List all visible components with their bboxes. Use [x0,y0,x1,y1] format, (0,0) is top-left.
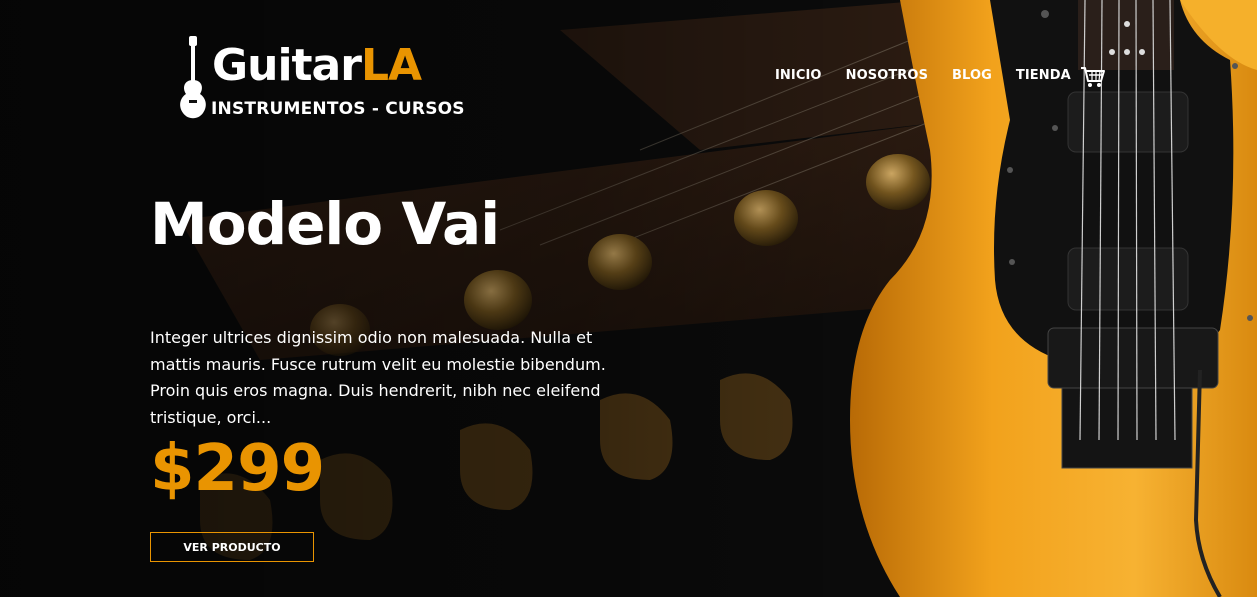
product-description: Integer ultrices dignissim odio non male… [150,328,606,427]
brand-name-accent: LA [360,40,422,91]
product-title: Modelo Vai [150,190,500,258]
view-product-button[interactable]: VER PRODUCTO [150,532,314,562]
product-price: $299 [150,432,325,506]
brand-wordmark: GuitarLA [212,44,422,88]
site-logo[interactable]: GuitarLA INSTRUMENTOS - CURSOS [178,36,465,126]
main-navigation: INICIO NOSOTROS BLOG TIENDA [775,68,1095,83]
guitar-logo-icon [180,36,206,119]
cart-icon[interactable] [1080,65,1106,89]
nav-link-inicio[interactable]: INICIO [775,68,822,83]
brand-name-main: Guitar [212,40,362,91]
nav-link-blog[interactable]: BLOG [952,68,992,83]
nav-link-nosotros[interactable]: NOSOTROS [846,68,928,83]
brand-tagline: INSTRUMENTOS - CURSOS [211,99,465,119]
nav-link-tienda[interactable]: TIENDA [1016,68,1071,83]
